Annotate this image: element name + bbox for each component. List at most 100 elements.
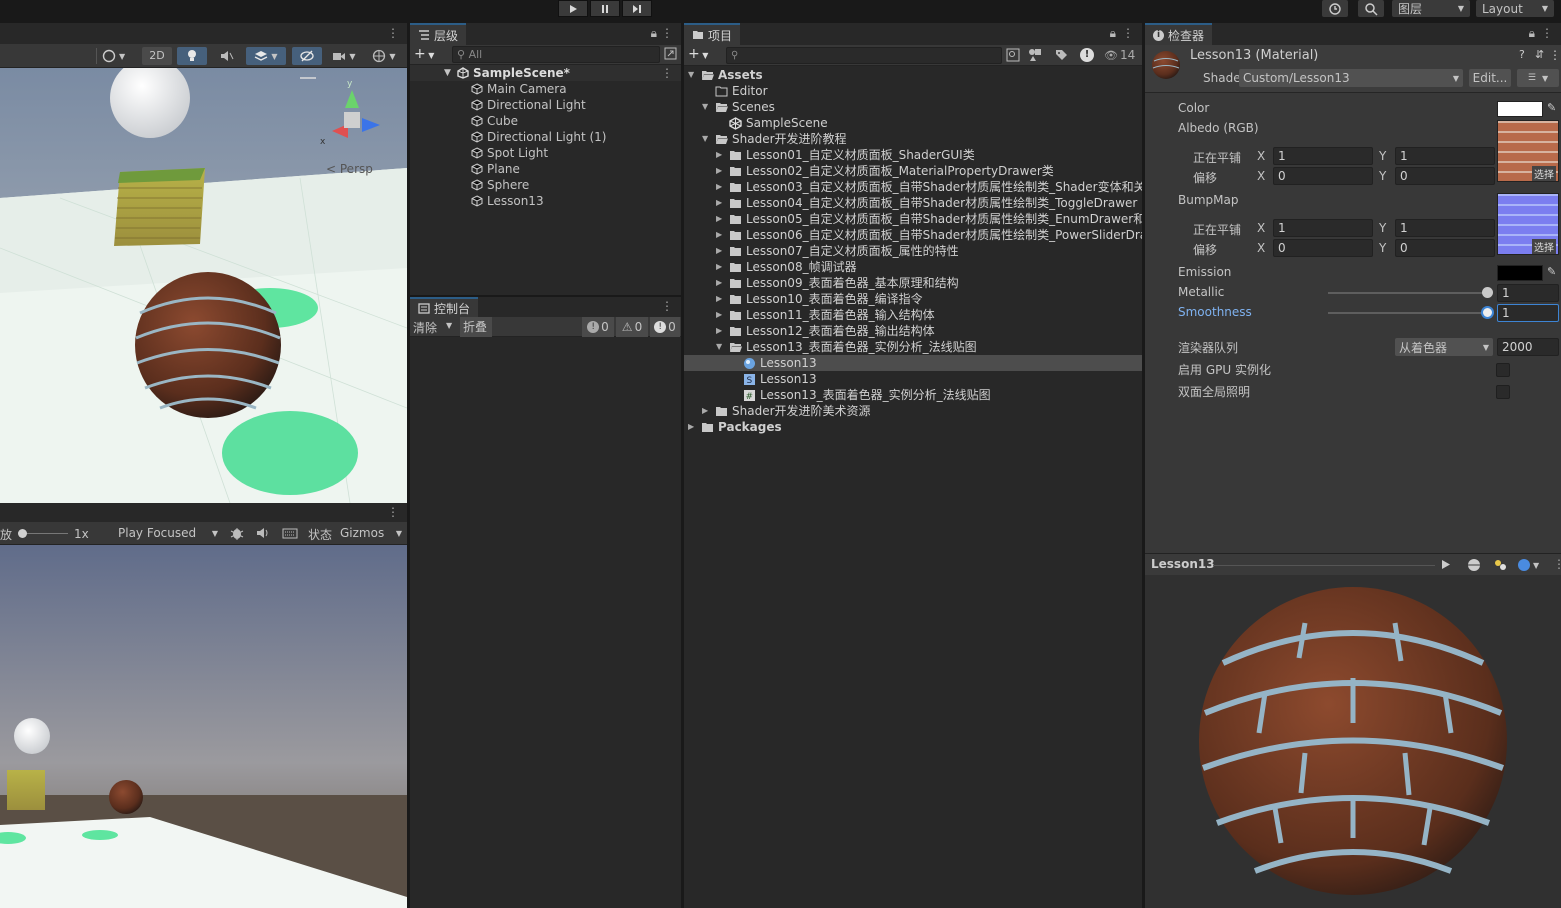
color-swatch[interactable] bbox=[1497, 101, 1543, 117]
project-tree-item[interactable]: ▶ Lesson08_帧调试器 bbox=[684, 259, 1142, 275]
toggle-2d-button[interactable]: 2D bbox=[142, 47, 172, 65]
tab-console[interactable]: 控制台 bbox=[410, 297, 479, 317]
undo-history-button[interactable] bbox=[1322, 0, 1348, 17]
bumpmap-select-button[interactable]: 选择 bbox=[1532, 239, 1556, 254]
collapse-arrow-icon[interactable]: ▶ bbox=[716, 211, 722, 227]
collapse-arrow-icon[interactable]: ▶ bbox=[716, 195, 722, 211]
alert-icon[interactable]: ! bbox=[1080, 48, 1094, 62]
hierarchy-item[interactable]: Spot Light bbox=[410, 145, 681, 161]
project-tree-item[interactable]: ▶ Lesson07_自定义材质面板_属性的特性 bbox=[684, 243, 1142, 259]
hierarchy-item[interactable]: Lesson13 bbox=[410, 193, 681, 209]
hierarchy-item[interactable]: Sphere bbox=[410, 177, 681, 193]
expand-arrow-icon[interactable]: ▼ bbox=[702, 99, 708, 115]
project-tree-item[interactable]: ▶ Packages bbox=[684, 419, 1142, 435]
project-tree-item[interactable]: ▶ Lesson02_自定义材质面板_MaterialPropertyDrawer… bbox=[684, 163, 1142, 179]
collapse-arrow-icon[interactable]: ▶ bbox=[716, 323, 722, 339]
shading-mode-dropdown[interactable]: ▼ bbox=[102, 47, 136, 65]
tab-hierarchy[interactable]: 层级 bbox=[410, 23, 467, 45]
material-preview-sphere[interactable] bbox=[1195, 583, 1511, 899]
hierarchy-item[interactable]: Main Camera bbox=[410, 81, 681, 97]
kebab-menu-icon[interactable]: ⋮ bbox=[1122, 26, 1134, 40]
project-tree-item[interactable]: ▶ Lesson01_自定义材质面板_ShaderGUI类 bbox=[684, 147, 1142, 163]
hierarchy-search-input[interactable]: ⚲ All bbox=[452, 46, 660, 63]
shader-dropdown[interactable]: Custom/Lesson13 ▼ bbox=[1239, 69, 1463, 87]
clear-button[interactable]: 清除 bbox=[413, 319, 437, 336]
layers-dropdown[interactable]: 图层 ▼ bbox=[1392, 0, 1470, 17]
pause-button[interactable] bbox=[590, 0, 620, 17]
game-viewport[interactable] bbox=[0, 545, 407, 908]
collapse-arrow-icon[interactable]: ▶ bbox=[716, 243, 722, 259]
kebab-menu-icon[interactable]: ⋮ bbox=[1553, 557, 1561, 571]
warning-filter-toggle[interactable]: ⚠ 0 bbox=[616, 317, 648, 337]
render-queue-dropdown[interactable]: 从着色器 ▼ bbox=[1395, 338, 1493, 356]
persp-label[interactable]: < Persp bbox=[326, 162, 373, 176]
metallic-input[interactable]: 1 bbox=[1497, 284, 1559, 302]
scene-effects-dropdown[interactable]: ▼ bbox=[246, 47, 286, 65]
project-tree-item[interactable]: # Lesson13_表面着色器_实例分析_法线贴图 bbox=[684, 387, 1142, 403]
hierarchy-item[interactable]: Directional Light bbox=[410, 97, 681, 113]
scene-lighting-toggle[interactable] bbox=[177, 47, 207, 65]
bump-tiling-y-input[interactable]: 1 bbox=[1395, 219, 1495, 237]
albedo-tiling-x-input[interactable]: 1 bbox=[1273, 147, 1373, 165]
help-icon[interactable]: ? bbox=[1519, 48, 1525, 61]
hierarchy-item[interactable]: Directional Light (1) bbox=[410, 129, 681, 145]
project-tree-item[interactable]: ▶ Lesson10_表面着色器_编译指令 bbox=[684, 291, 1142, 307]
collapse-arrow-icon[interactable]: ▶ bbox=[702, 403, 708, 419]
kebab-menu-icon[interactable]: ⋮ bbox=[387, 505, 399, 519]
double-sided-gi-checkbox[interactable] bbox=[1496, 385, 1510, 399]
metallic-slider-thumb[interactable] bbox=[1482, 287, 1493, 298]
albedo-offset-y-input[interactable]: 0 bbox=[1395, 167, 1495, 185]
stats-button[interactable]: 状态 bbox=[308, 526, 332, 543]
bug-icon[interactable] bbox=[230, 526, 244, 540]
kebab-menu-icon[interactable]: ⋮ bbox=[661, 299, 673, 313]
bump-offset-x-input[interactable]: 0 bbox=[1273, 239, 1373, 257]
project-tree-item[interactable]: ▶ Lesson09_表面着色器_基本原理和结构 bbox=[684, 275, 1142, 291]
step-button[interactable] bbox=[622, 0, 652, 17]
gizmos-dropdown-game[interactable]: Gizmos ▼ bbox=[340, 524, 406, 542]
kebab-menu-icon[interactable]: ⋮ bbox=[661, 26, 673, 40]
project-tree-item[interactable]: ▶ Lesson11_表面着色器_输入结构体 bbox=[684, 307, 1142, 323]
collapse-arrow-icon[interactable]: ▶ bbox=[716, 291, 722, 307]
scale-slider-thumb[interactable] bbox=[18, 529, 27, 538]
project-tree-item[interactable]: ▼ Lesson13_表面着色器_实例分析_法线贴图 bbox=[684, 339, 1142, 355]
smoothness-input[interactable]: 1 bbox=[1497, 304, 1559, 322]
scene-row[interactable]: ▼ SampleScene* ⋮ bbox=[410, 65, 681, 81]
project-tree-item[interactable]: ▶ Lesson12_表面着色器_输出结构体 bbox=[684, 323, 1142, 339]
kebab-menu-icon[interactable]: ⋮ bbox=[661, 65, 673, 81]
hierarchy-item[interactable]: Plane bbox=[410, 161, 681, 177]
audio-icon[interactable] bbox=[256, 527, 270, 539]
albedo-select-button[interactable]: 选择 bbox=[1532, 166, 1556, 181]
kebab-menu-icon[interactable]: ⋮ bbox=[1541, 26, 1553, 40]
project-tree-item[interactable]: ▶ Lesson03_自定义材质面板_自带Shader材质属性绘制类_Shader… bbox=[684, 179, 1142, 195]
scene-audio-toggle[interactable] bbox=[213, 47, 241, 65]
collapse-arrow-icon[interactable]: ▶ bbox=[716, 259, 722, 275]
keyboard-icon[interactable] bbox=[282, 527, 298, 539]
lock-icon[interactable]: 🔒︎ bbox=[1110, 26, 1116, 41]
edit-shader-button[interactable]: Edit... bbox=[1469, 69, 1511, 87]
albedo-tiling-y-input[interactable]: 1 bbox=[1395, 147, 1495, 165]
filter-by-label-icon[interactable] bbox=[1054, 48, 1068, 62]
collapse-arrow-icon[interactable]: ▶ bbox=[688, 419, 694, 435]
expand-arrow-icon[interactable]: ▼ bbox=[716, 339, 722, 355]
layout-dropdown[interactable]: Layout ▼ bbox=[1476, 0, 1554, 17]
play-button[interactable] bbox=[558, 0, 588, 17]
tab-inspector[interactable]: i 检查器 bbox=[1145, 23, 1213, 45]
metallic-slider-track[interactable] bbox=[1328, 292, 1488, 294]
project-tree-item[interactable]: Editor bbox=[684, 83, 1142, 99]
eyedropper-icon[interactable]: ✎ bbox=[1547, 101, 1556, 114]
collapse-arrow-icon[interactable]: ▶ bbox=[716, 163, 722, 179]
shader-options-dropdown[interactable]: ☰ ▼ bbox=[1517, 69, 1559, 87]
error-filter-toggle[interactable]: ! 0 bbox=[650, 317, 680, 337]
collapse-arrow-icon[interactable]: ▶ bbox=[716, 227, 722, 243]
collapse-arrow-icon[interactable]: ▶ bbox=[716, 147, 722, 163]
scene-visibility-icon[interactable] bbox=[664, 47, 677, 60]
tab-project[interactable]: 项目 bbox=[684, 23, 741, 45]
preview-mesh-dropdown[interactable]: ▼ bbox=[1517, 558, 1539, 572]
preset-icon[interactable]: ⇵ bbox=[1535, 48, 1544, 61]
expand-arrow-icon[interactable]: ▼ bbox=[688, 67, 694, 83]
emission-swatch[interactable] bbox=[1497, 265, 1543, 281]
project-tree-item[interactable]: ▼ Scenes bbox=[684, 99, 1142, 115]
preview-shape-icon[interactable] bbox=[1467, 558, 1481, 572]
preview-drag-handle[interactable] bbox=[1213, 565, 1435, 566]
kebab-menu-icon[interactable]: ⋮ bbox=[1549, 48, 1561, 62]
